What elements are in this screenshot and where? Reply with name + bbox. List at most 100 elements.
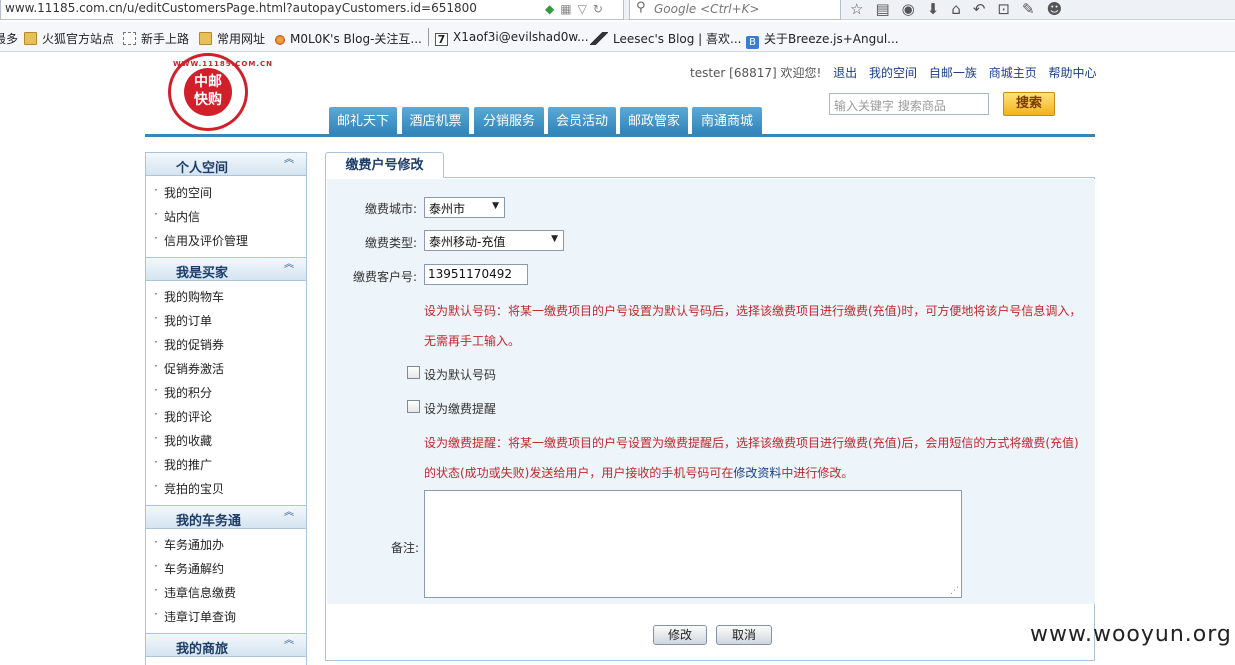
sidebar-item[interactable]: 信用及评价管理 <box>154 231 248 249</box>
reminder-checkbox[interactable] <box>407 400 420 413</box>
download-icon[interactable]: ⬇ <box>927 0 952 18</box>
mall-home-link[interactable]: 商城主页 <box>989 66 1037 80</box>
watermark: www.wooyun.org <box>1030 622 1232 647</box>
dropdown-icon[interactable]: ▽ <box>578 2 593 16</box>
reminder-note: 设为缴费提醒：将某一缴费项目的户号设置为缴费提醒后，选择该缴费项目进行缴费(充值… <box>424 436 1079 450</box>
browser-toolbar-icons: ☆▤◉⬇⌂↶⊡✎☻ <box>850 0 1074 18</box>
sidebar-item[interactable]: 我的促销券 <box>154 335 224 353</box>
reload-icon[interactable]: ↻ <box>593 2 609 16</box>
breeze-icon: B <box>746 36 759 49</box>
menu-icon[interactable]: ☻ <box>1047 0 1075 18</box>
default-number-checkbox[interactable] <box>407 366 420 379</box>
bookmark-item[interactable]: 火狐官方站点 <box>24 30 114 47</box>
collapse-icon[interactable]: ︽ <box>284 636 294 646</box>
edit-profile-link[interactable]: 修改资料 <box>733 466 781 480</box>
bookmark-item[interactable]: B 关于Breeze.js+Angul... <box>746 30 899 49</box>
nav-tab[interactable]: 南通商城 <box>692 107 762 134</box>
nav-tab[interactable]: 邮礼天下 <box>329 107 397 134</box>
type-select[interactable]: 泰州移动-充值 ▼ <box>424 230 564 251</box>
star-icon[interactable]: ☆ <box>850 0 875 18</box>
bookmark-item[interactable]: 常用网址 <box>199 30 265 47</box>
home-icon[interactable]: ⌂ <box>951 0 973 18</box>
sidebar-item[interactable]: 我的推广 <box>154 455 212 473</box>
sidebar-section-header[interactable]: 个人空间 ︽ <box>146 152 306 176</box>
sidebar-item[interactable]: 我的购物车 <box>154 287 224 305</box>
back-history-icon[interactable]: ↶ <box>973 0 998 18</box>
sidebar-item[interactable]: 我的积分 <box>154 383 212 401</box>
bookmarks-bar: 最多 火狐官方站点 新手上路 常用网址 M0L0K's Blog-关注互... … <box>0 22 1235 52</box>
nav-tab[interactable]: 分销服务 <box>474 107 544 134</box>
remark-label: 备注: <box>391 541 420 555</box>
resize-grip-icon[interactable]: ⋰ <box>950 586 959 596</box>
logout-link[interactable]: 退出 <box>833 66 857 80</box>
bookmark-item[interactable]: Leesec's Blog | 喜欢... <box>590 30 741 47</box>
pocket-icon[interactable]: ◉ <box>902 0 927 18</box>
browser-search-field[interactable]: ⚲ Google <Ctrl+K> <box>629 0 841 20</box>
bookmark-item[interactable]: 最多 <box>0 30 18 47</box>
remark-textarea[interactable]: ⋰ <box>424 490 962 598</box>
reminder-checkbox-label: 设为缴费提醒 <box>424 402 497 416</box>
address-bar-icons: ◆▦▽↻ <box>545 2 609 16</box>
sidebar-item[interactable]: 我的订单 <box>154 311 212 329</box>
sidebar-section-header[interactable]: 我是买家 ︽ <box>146 257 306 281</box>
city-select[interactable]: 泰州市 ▼ <box>424 197 505 218</box>
sidebar-section-header[interactable]: 我的车务通 ︽ <box>146 505 306 529</box>
site-search-input[interactable]: 输入关键字 搜索商品 <box>829 93 989 115</box>
address-bar[interactable]: www.11185.com.cn/u/editCustomersPage.htm… <box>0 0 624 20</box>
collapse-icon[interactable]: ︽ <box>284 155 294 165</box>
sidebar-item[interactable]: 违章订单查询 <box>154 607 236 625</box>
sidebar-item[interactable]: 站内信 <box>154 207 200 225</box>
city-label: 缴费城市: <box>365 202 418 216</box>
sidebar-item[interactable]: 我的收藏 <box>154 431 212 449</box>
qr-icon[interactable]: ▦ <box>560 2 577 16</box>
sidebar-item[interactable]: 我的评论 <box>154 407 212 425</box>
logo-badge: 中邮 快购 <box>184 68 232 116</box>
submit-button[interactable]: 修改 <box>653 625 707 645</box>
account-label: 缴费客户号: <box>353 270 418 284</box>
bookmark-item[interactable]: 7 X1aof3i@evilshad0w... <box>435 30 589 46</box>
chevron-down-icon: ▼ <box>492 201 499 211</box>
bookmark-item[interactable]: M0L0K's Blog-关注互... <box>275 30 422 47</box>
site-search-button[interactable]: 搜索 <box>1003 92 1055 116</box>
folder-icon <box>199 32 212 45</box>
help-center-link[interactable]: 帮助中心 <box>1049 66 1097 80</box>
nav-tab[interactable]: 酒店机票 <box>402 107 469 134</box>
sidebar-item[interactable]: 违章信息缴费 <box>154 583 236 601</box>
seven-icon: 7 <box>435 33 448 46</box>
page-icon <box>123 32 136 45</box>
collapse-icon[interactable]: ︽ <box>284 508 294 518</box>
chevron-down-icon: ▼ <box>551 234 558 244</box>
sidebar-item[interactable]: 车务通解约 <box>154 559 224 577</box>
postal-family-link[interactable]: 自邮一族 <box>929 66 977 80</box>
crop-icon[interactable]: ⊡ <box>997 0 1022 18</box>
reminder-note-cont: 的状态(成功或失败)发送给用户，用户接收的手机号码可在修改资料中进行修改。 <box>424 466 854 480</box>
bookmark-item[interactable]: 新手上路 <box>123 30 189 47</box>
logo-url-text: WWW.11185.COM.CN <box>173 60 273 68</box>
header-divider <box>145 134 1095 137</box>
sidebar-item[interactable]: 我的空间 <box>154 183 212 201</box>
leesec-icon <box>590 32 608 45</box>
collapse-icon[interactable]: ︽ <box>284 260 294 270</box>
default-number-checkbox-label: 设为默认号码 <box>424 368 497 382</box>
browser-toolbar: www.11185.com.cn/u/editCustomersPage.htm… <box>0 0 1235 20</box>
cancel-button[interactable]: 取消 <box>716 625 772 645</box>
sidebar: 个人空间 ︽ 我的空间 站内信 信用及评价管理 我是买家 ︽ 我的购物车 我的订… <box>145 152 307 665</box>
list-icon[interactable]: ▤ <box>875 0 901 18</box>
browser-search-placeholder: Google <Ctrl+K> <box>654 2 760 16</box>
extension-icon[interactable]: ✎ <box>1022 0 1047 18</box>
default-number-note: 设为默认号码：将某一缴费项目的户号设置为默认号码后，选择该缴费项目进行缴费(充值… <box>424 304 1082 318</box>
site-logo[interactable]: WWW.11185.COM.CN 中邮 快购 <box>168 53 273 131</box>
tab-edit-account[interactable]: 缴费户号修改 <box>325 152 444 178</box>
nav-tab[interactable]: 邮政管家 <box>620 107 688 134</box>
sidebar-section-header[interactable]: 我的商旅 ︽ <box>146 633 306 657</box>
sidebar-item[interactable]: 竞拍的宝贝 <box>154 479 224 497</box>
account-number-input[interactable]: 13951170492 <box>424 264 528 285</box>
folder-icon <box>24 32 37 45</box>
search-icon: ⚲ <box>636 0 646 15</box>
nav-tab[interactable]: 会员活动 <box>548 107 616 134</box>
address-text: www.11185.com.cn/u/editCustomersPage.htm… <box>5 1 477 15</box>
edit-account-form: 缴费城市: 泰州市 ▼ 缴费类型: 泰州移动-充值 ▼ 缴费客户号: 13951… <box>327 179 1095 604</box>
sidebar-item[interactable]: 车务通加办 <box>154 535 224 553</box>
my-space-link[interactable]: 我的空间 <box>869 66 917 80</box>
sidebar-item[interactable]: 促销券激活 <box>154 359 224 377</box>
